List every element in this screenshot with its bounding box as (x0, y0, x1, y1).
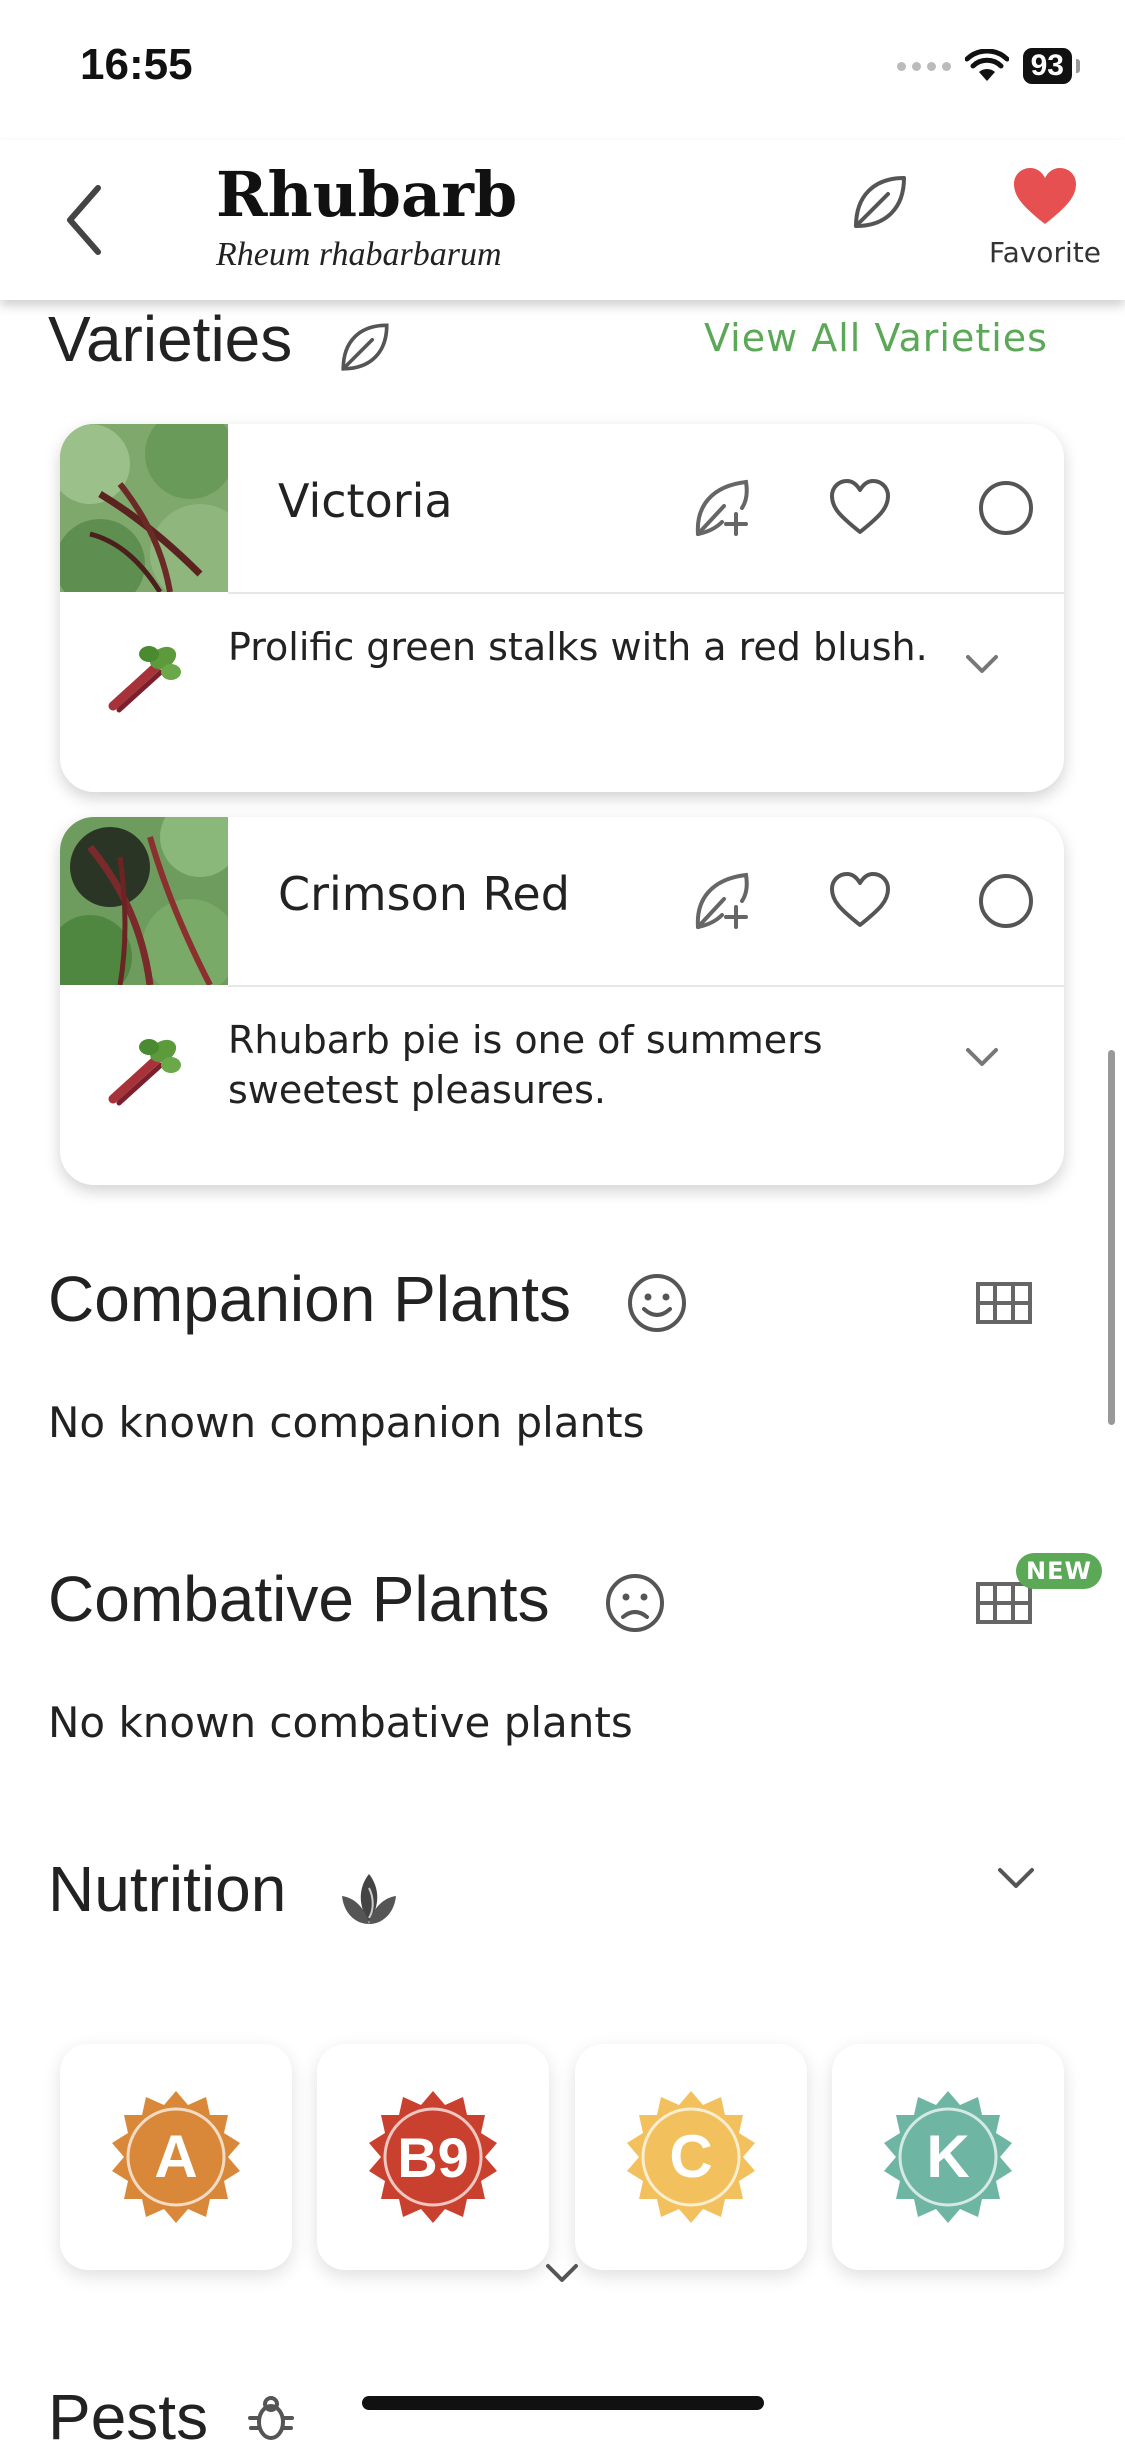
variety-thumbnail (60, 424, 228, 592)
chevron-down-icon[interactable] (962, 1042, 1002, 1072)
vitamin-card[interactable]: A (60, 2044, 292, 2270)
chevron-down-icon[interactable] (544, 2260, 580, 2286)
svg-text:K: K (926, 2123, 969, 2190)
vitamin-badge-icon: B9 (369, 2091, 497, 2223)
view-all-varieties-link[interactable]: View All Varieties (704, 316, 1048, 360)
sad-face-icon (606, 1574, 664, 1632)
top-navigation-bar: Rhubarb Rheum rhabarbarum Favorite (0, 140, 1125, 300)
variety-name: Victoria (278, 474, 453, 528)
select-circle-icon[interactable] (974, 869, 1038, 933)
chevron-down-icon[interactable] (994, 1862, 1038, 1894)
card-divider (228, 592, 1064, 594)
nutrition-heading: Nutrition (48, 1853, 287, 1925)
pests-heading: Pests (48, 2381, 209, 2453)
home-indicator[interactable] (362, 2396, 764, 2410)
wifi-icon (964, 49, 1009, 81)
svg-text:B9: B9 (397, 2126, 469, 2189)
page-subtitle: Rheum rhabarbarum (216, 236, 502, 273)
svg-text:C: C (669, 2123, 712, 2190)
grid-icon[interactable] (976, 1582, 1032, 1624)
card-divider (228, 985, 1064, 987)
leaf-icon (341, 323, 389, 371)
status-time: 16:55 (80, 40, 193, 89)
combative-plants-heading: Combative Plants (48, 1563, 550, 1635)
battery-level: 93 (1022, 48, 1072, 84)
favorite-heart-icon[interactable] (1012, 166, 1078, 226)
vitamin-card[interactable]: C (575, 2044, 807, 2270)
cellular-signal-icon (896, 61, 951, 71)
heart-outline-icon[interactable] (828, 869, 892, 933)
add-to-garden-leaf-icon[interactable] (690, 476, 754, 540)
heart-outline-icon[interactable] (828, 476, 892, 540)
scroll-indicator[interactable] (1108, 1050, 1115, 1425)
back-chevron-icon[interactable] (60, 180, 108, 260)
battery-cap (1076, 59, 1080, 73)
grid-icon[interactable] (976, 1282, 1032, 1324)
vitamin-badge-icon: A (112, 2091, 240, 2223)
vitamin-badge-icon: C (627, 2091, 755, 2223)
new-badge: NEW (1016, 1553, 1102, 1589)
vitamin-card[interactable]: B9 (317, 2044, 549, 2270)
variety-description: Rhubarb pie is one of summers sweetest p… (228, 1018, 823, 1112)
combative-empty-text: No known combative plants (48, 1698, 633, 1747)
varieties-heading: Varieties (48, 303, 293, 375)
svg-text:A: A (154, 2123, 197, 2190)
vitamin-card[interactable]: K (832, 2044, 1064, 2270)
companion-plants-heading: Companion Plants (48, 1263, 571, 1335)
page-title: Rhubarb (216, 158, 518, 231)
status-indicators: 93 (896, 48, 1080, 84)
nutrition-leaves-icon (342, 1874, 396, 1924)
variety-thumbnail (60, 817, 228, 985)
select-circle-icon[interactable] (974, 476, 1038, 540)
variety-name: Crimson Red (278, 867, 570, 921)
variety-card[interactable]: Crimson Red Rhubarb pie is one of summer… (60, 817, 1064, 1185)
bug-icon (248, 2396, 294, 2440)
leaf-icon[interactable] (848, 170, 912, 234)
variety-description: Prolific green stalks with a red blush. (228, 625, 928, 669)
add-to-garden-leaf-icon[interactable] (690, 869, 754, 933)
variety-card[interactable]: Victoria Prolific green stalks with a re… (60, 424, 1064, 792)
rhubarb-stalk-icon (108, 1039, 181, 1106)
companion-empty-text: No known companion plants (48, 1398, 645, 1447)
chevron-down-icon[interactable] (962, 649, 1002, 679)
vitamin-badge-icon: K (884, 2091, 1012, 2223)
smiley-face-icon (628, 1274, 686, 1332)
rhubarb-stalk-icon (108, 646, 181, 713)
favorite-label[interactable]: Favorite (980, 236, 1110, 269)
